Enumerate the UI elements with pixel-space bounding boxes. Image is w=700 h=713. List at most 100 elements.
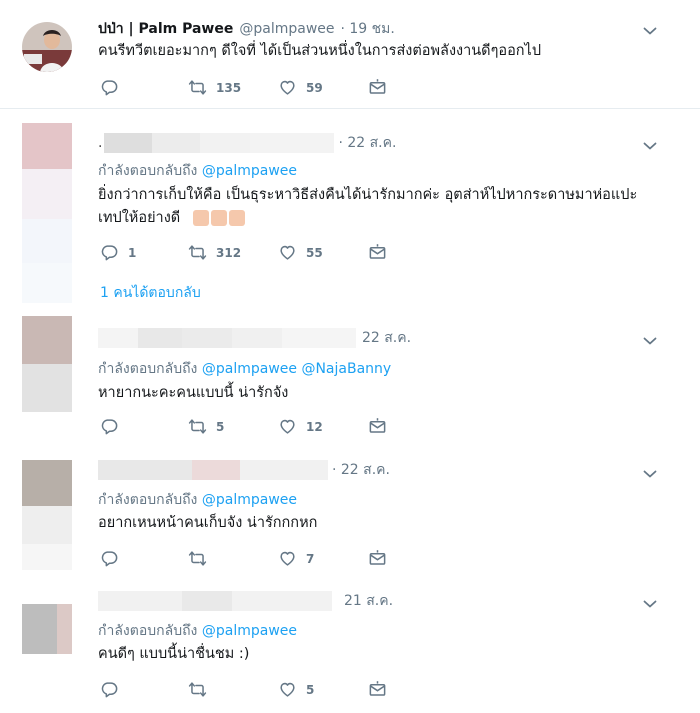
redacted-name	[192, 460, 240, 480]
mention-link[interactable]: @palmpawee	[202, 361, 297, 377]
retweet-icon	[188, 417, 207, 436]
tweet-text: ยิ่งกว่าการเก็บให้คือ เป็นธุระหาวิธีส่งค…	[98, 184, 660, 234]
direct-message-button[interactable]	[368, 680, 396, 699]
tweet-actions: 1 312 55	[100, 243, 400, 265]
tweet-actions: 7	[100, 549, 400, 571]
chevron-down-icon[interactable]	[642, 333, 658, 349]
mention-link[interactable]: @palmpawee	[202, 623, 297, 639]
envelope-icon	[368, 549, 387, 568]
redacted-handle	[250, 133, 335, 153]
reply-tweet[interactable]: 21 ส.ค. กำลังตอบกลับถึง @palmpawee คนดีๆ…	[0, 580, 700, 713]
replying-to: กำลังตอบกลับถึง @palmpawee @NajaBanny	[98, 358, 391, 380]
reply-icon	[100, 680, 119, 699]
redacted-name	[104, 133, 153, 153]
tweet-header: ปป่า | Palm Pawee @palmpawee · 19 ชม.	[98, 18, 395, 40]
direct-message-button[interactable]	[368, 78, 396, 97]
like-button[interactable]: 5	[278, 680, 314, 699]
reply-icon	[100, 78, 119, 97]
tweet-timestamp[interactable]: · 19 ชม.	[341, 18, 395, 40]
avatar[interactable]	[22, 22, 72, 72]
main-tweet[interactable]: ปป่า | Palm Pawee @palmpawee · 19 ชม. คน…	[0, 0, 700, 109]
avatar[interactable]	[22, 123, 72, 303]
reply-button[interactable]	[100, 549, 128, 568]
tweet-header: 21 ส.ค.	[98, 590, 393, 612]
user-handle[interactable]: @palmpawee	[239, 21, 334, 37]
redacted-handle	[282, 328, 356, 348]
like-count: 59	[306, 80, 323, 95]
reply-button[interactable]	[100, 417, 128, 436]
direct-message-button[interactable]	[368, 417, 396, 436]
reply-tweet[interactable]: · 22 ส.ค. กำลังตอบกลับถึง @palmpawee อยา…	[0, 448, 700, 581]
redacted-handle	[232, 591, 332, 611]
retweet-icon	[188, 680, 207, 699]
tweet-text: คนดีๆ แบบนี้น่าชื่นชม :)	[98, 646, 250, 662]
redacted-name	[98, 460, 192, 480]
avatar[interactable]	[22, 604, 72, 654]
mention-link[interactable]: @NajaBanny	[301, 361, 391, 377]
heart-icon	[278, 417, 297, 436]
retweet-button[interactable]: 5	[188, 417, 224, 436]
display-name[interactable]: ปป่า | Palm Pawee	[98, 18, 233, 40]
like-count: 7	[306, 551, 315, 566]
chevron-down-icon[interactable]	[642, 596, 658, 612]
tweet-actions: 5 12	[100, 417, 400, 439]
envelope-icon	[368, 680, 387, 699]
heart-icon	[278, 243, 297, 262]
retweet-count: 135	[216, 80, 242, 95]
chevron-down-icon[interactable]	[642, 138, 658, 154]
tweet-actions: 5	[100, 680, 400, 702]
tweet-timestamp[interactable]: · 22 ส.ค.	[338, 132, 396, 154]
like-button[interactable]: 55	[278, 243, 323, 262]
direct-message-button[interactable]	[368, 243, 396, 262]
tweet-text-line: เทปให้อย่างดี	[98, 210, 181, 226]
retweet-button[interactable]	[188, 680, 216, 699]
replying-label: กำลังตอบกลับถึง	[98, 163, 198, 179]
avatar[interactable]	[22, 460, 72, 570]
retweet-button[interactable]: 312	[188, 243, 241, 262]
tweet-text-line: ยิ่งกว่าการเก็บให้คือ เป็นธุระหาวิธีส่งค…	[98, 187, 638, 203]
tweet-actions: 135 59	[100, 78, 400, 100]
retweet-count: 312	[216, 245, 242, 260]
redacted-name	[152, 133, 201, 153]
like-button[interactable]: 59	[278, 78, 323, 97]
reply-count: 1	[128, 245, 137, 260]
reply-button[interactable]	[100, 78, 128, 97]
retweet-button[interactable]	[188, 549, 216, 568]
replying-to: กำลังตอบกลับถึง @palmpawee	[98, 160, 297, 182]
envelope-icon	[368, 78, 387, 97]
chevron-down-icon[interactable]	[642, 466, 658, 482]
direct-message-button[interactable]	[368, 549, 396, 568]
reply-icon	[100, 417, 119, 436]
replying-label: กำลังตอบกลับถึง	[98, 361, 198, 377]
tweet-text: คนรีทวีตเยอะมากๆ ดีใจที่ ได้เป็นส่วนหนึ่…	[98, 43, 542, 59]
mention-link[interactable]: @palmpawee	[202, 163, 297, 179]
tweet-timestamp[interactable]: · 22 ส.ค.	[332, 459, 390, 481]
reply-tweet[interactable]: . · 22 ส.ค. กำลังตอบกลับถึง @palmpawee ย…	[0, 115, 700, 314]
tweet-text: หายากนะคะคนแบบนี้ น่ารักจัง	[98, 385, 289, 401]
like-button[interactable]: 7	[278, 549, 314, 568]
tweet-header: 22 ส.ค.	[98, 327, 411, 349]
tweet-timestamp[interactable]: 21 ส.ค.	[344, 590, 393, 612]
replying-to: กำลังตอบกลับถึง @palmpawee	[98, 489, 297, 511]
redacted-name	[182, 591, 232, 611]
show-replies-link[interactable]: 1 คนได้ตอบกลับ	[100, 282, 201, 304]
tweet-header: . · 22 ส.ค.	[98, 132, 396, 154]
heart-icon	[278, 78, 297, 97]
reply-tweet[interactable]: 22 ส.ค. กำลังตอบกลับถึง @palmpawee @Naja…	[0, 313, 700, 449]
envelope-icon	[368, 243, 387, 262]
tweet-text: อยากเหนหน้าคนเก็บจัง น่ารักกกหก	[98, 515, 318, 531]
mention-link[interactable]: @palmpawee	[202, 492, 297, 508]
retweet-icon	[188, 549, 207, 568]
retweet-button[interactable]: 135	[188, 78, 241, 97]
tweet-timestamp[interactable]: 22 ส.ค.	[362, 327, 411, 349]
reply-button[interactable]: 1	[100, 243, 136, 262]
heart-icon	[278, 680, 297, 699]
avatar[interactable]	[22, 316, 72, 412]
like-button[interactable]: 12	[278, 417, 323, 436]
redacted-name	[98, 328, 138, 348]
heart-icon	[278, 549, 297, 568]
redacted-name	[182, 328, 232, 348]
reply-button[interactable]	[100, 680, 128, 699]
retweet-icon	[188, 243, 207, 262]
chevron-down-icon[interactable]	[642, 23, 658, 39]
